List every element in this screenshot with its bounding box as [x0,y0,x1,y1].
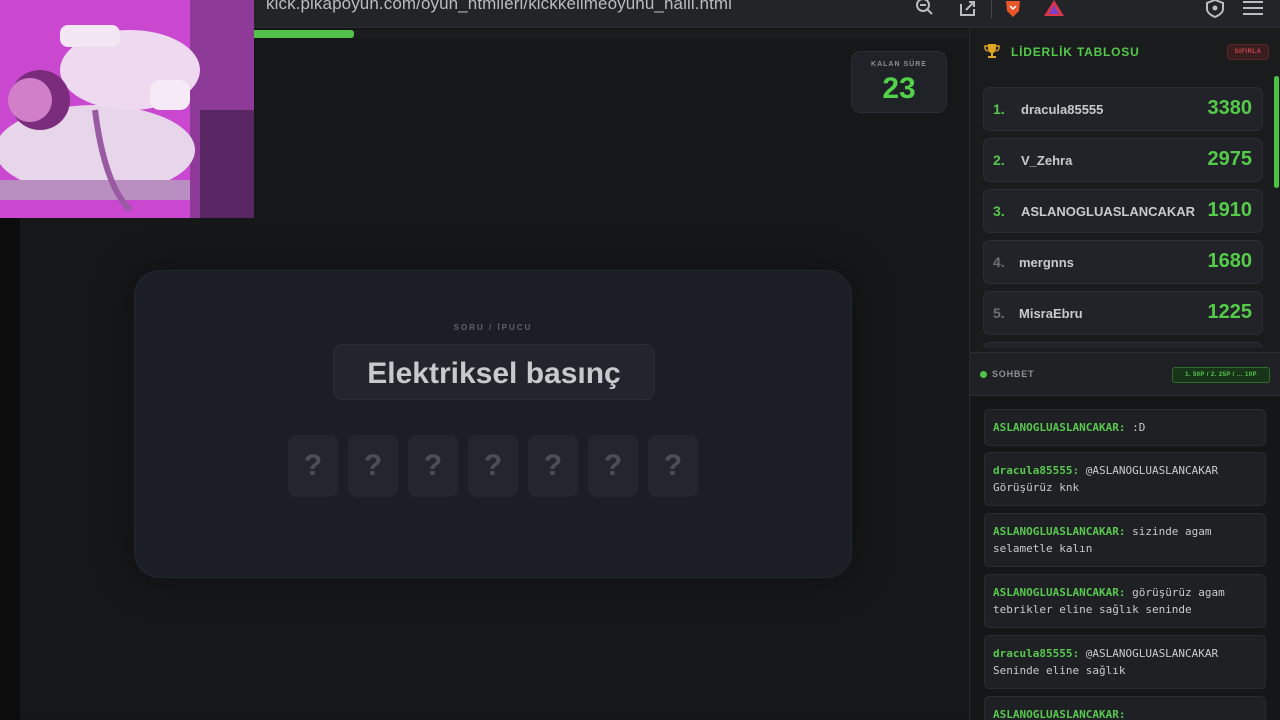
chat-text: :D [1125,421,1146,434]
player-name: MisraEbru [1019,306,1083,321]
timer-value: 23 [882,72,916,105]
chat-message: ASLANOGLUASLANCAKAR: sizinde agam selame… [984,513,1266,567]
player-name: dracula85555 [1021,102,1104,117]
points-badge: 1. 50P / 2. 25P / ... 10P [1172,367,1270,383]
vpn-shield-icon[interactable] [1204,0,1226,18]
letter-tile: ? [588,435,638,497]
leaderboard-row: 1. dracula85555 3380 [983,87,1263,131]
leaderboard-row: 5. MisraEbru 1225 [983,291,1263,335]
leaderboard-header: LİDERLİK TABLOSU SIFIRLA [970,28,1280,76]
letter-tile: ? [528,435,578,497]
time-progress-bar [254,30,968,38]
player-name: ASLANOGLUASLANCAKAR [1021,204,1196,219]
leaderboard-scrollbar[interactable] [1274,76,1279,188]
rank-number: 2. [993,152,1005,168]
chat-username: dracula85555: [993,464,1080,477]
brave-lion-icon[interactable] [1002,0,1024,18]
rewards-triangle-icon[interactable] [1043,0,1065,18]
rank-number: 4. [993,254,1005,270]
letter-tile: ? [408,435,458,497]
live-dot-icon [980,371,987,378]
trophy-icon [984,43,1000,59]
app-root: kick.pikapoyun.com/oyun_htmlleri/kickkel… [0,0,1280,720]
chat-message: dracula85555: @ASLANOGLUASLANCAKAR Görüş… [984,452,1266,506]
chat-username: ASLANOGLUASLANCAKAR: [993,421,1126,434]
letter-tile: ? [348,435,398,497]
chat-message: dracula85555: @ASLANOGLUASLANCAKAR Senin… [984,635,1266,689]
letter-tile: ? [648,435,698,497]
leaderboard-row [983,342,1263,348]
player-score: 1680 [1207,250,1253,272]
chat-list[interactable]: ASLANOGLUASLANCAKAR: :D dracula85555: @A… [970,396,1280,720]
rank-number: 5. [993,305,1005,321]
letter-tile: ? [468,435,518,497]
leaderboard-row: 3. ASLANOGLUASLANCAKAR 1910 [983,189,1263,233]
player-score: 3380 [1207,97,1253,119]
player-score: 1225 [1207,301,1253,323]
chat-username: dracula85555: [993,647,1080,660]
timer-label: KALAN SÜRE [871,61,927,68]
player-score: 2975 [1207,148,1253,170]
hint-label: SORU / İPUCU [453,323,533,332]
rank-number: 1. [993,101,1005,117]
letter-tile: ? [288,435,338,497]
leaderboard-row: 2. V_Zehra 2975 [983,138,1263,182]
rank-number: 3. [993,203,1005,219]
hint-text: Elektriksel basınç [367,357,621,390]
chat-username: ASLANOGLUASLANCAKAR: [993,525,1126,538]
time-progress-fill [254,30,354,38]
leaderboard-title: LİDERLİK TABLOSU [1011,45,1140,59]
webcam-image [0,0,254,218]
chat-message: ASLANOGLUASLANCAKAR: :D [984,409,1266,446]
address-bar[interactable]: kick.pikapoyun.com/oyun_htmlleri/kickkel… [266,0,732,14]
left-edge [0,218,20,720]
share-icon[interactable] [957,0,979,18]
leaderboard-row: 4. mergnns 1680 [983,240,1263,284]
reset-button[interactable]: SIFIRLA [1227,44,1269,60]
chat-username: ASLANOGLUASLANCAKAR: [993,586,1126,599]
zoom-icon[interactable] [914,0,936,18]
chat-username: ASLANOGLUASLANCAKAR: [993,708,1126,720]
chat-header: SOHBET 1. 50P / 2. 25P / ... 10P [970,352,1280,396]
chat-message: ASLANOGLUASLANCAKAR: [984,696,1266,720]
toolbar-divider [991,0,992,18]
webcam-overlay [0,0,254,218]
menu-icon[interactable] [1242,0,1264,18]
chat-title: SOHBET [992,369,1035,379]
player-name: mergnns [1019,255,1074,270]
side-panel: LİDERLİK TABLOSU SIFIRLA 1. dracula85555… [969,28,1280,720]
hint-box: Elektriksel basınç [333,344,655,400]
player-name: V_Zehra [1021,153,1073,168]
leaderboard-list[interactable]: 1. dracula85555 3380 2. V_Zehra 2975 3. … [970,76,1280,348]
player-score: 1910 [1207,199,1253,221]
timer-box: KALAN SÜRE 23 [851,51,947,113]
question-card: SORU / İPUCU Elektriksel basınç ? ? ? ? … [134,270,852,578]
chat-message: ASLANOGLUASLANCAKAR: görüşürüz agam tebr… [984,574,1266,628]
